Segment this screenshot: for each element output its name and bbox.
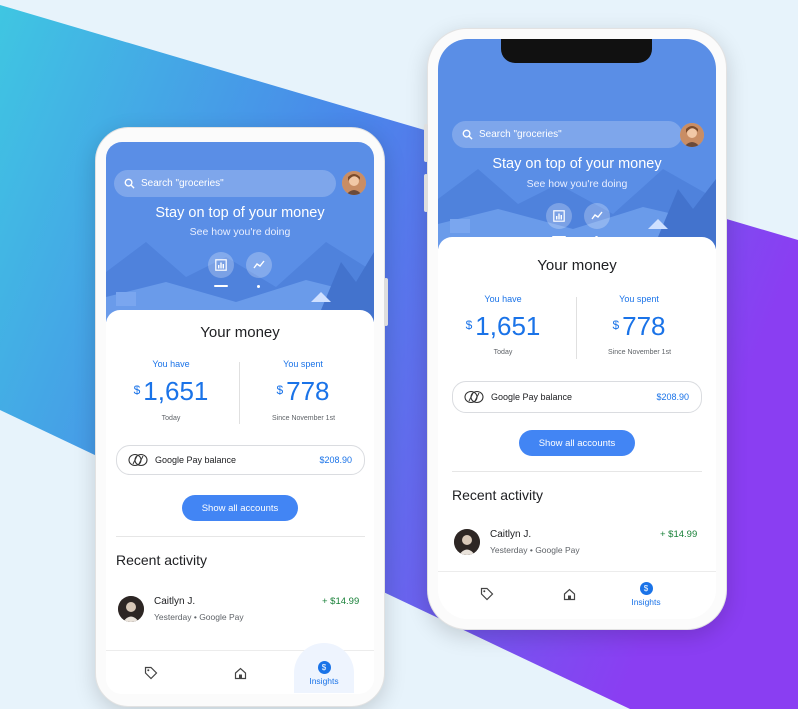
- column-divider: [239, 362, 240, 424]
- nav-tag[interactable]: [136, 651, 166, 694]
- show-all-accounts-button[interactable]: Show all accounts: [519, 430, 635, 456]
- you-have-label: You have: [152, 359, 190, 369]
- search-input[interactable]: Search "groceries": [452, 121, 682, 148]
- bar-chart-icon: [553, 210, 565, 222]
- activity-amount: + $14.99: [660, 529, 698, 540]
- column-divider: [576, 297, 577, 359]
- your-money-card: Your money You have $1,651 Today You spe…: [106, 310, 374, 694]
- insights-icon: $: [317, 660, 331, 674]
- nav-insights-label: Insights: [631, 596, 661, 607]
- insights-icon: $: [639, 581, 653, 595]
- you-spent-sub: Since November 1st: [607, 349, 672, 356]
- volume-down-button: [424, 174, 428, 212]
- hero-banner: Search "groceries" Stay on top of your m…: [438, 39, 716, 249]
- hero-subtitle: See how you're doing: [526, 178, 628, 190]
- trend-button[interactable]: [246, 252, 272, 278]
- your-money-card: Your money You have $1,651 Today You spe…: [438, 237, 716, 619]
- activity-avatar: [454, 529, 480, 555]
- profile-avatar[interactable]: [342, 171, 366, 195]
- you-spent-label: You spent: [619, 294, 659, 304]
- hero-banner: Search "groceries" Stay on top of your m…: [106, 142, 374, 322]
- google-pay-balance-label: Google Pay balance: [155, 455, 237, 465]
- nav-tag[interactable]: [472, 572, 502, 616]
- bar-chart-button[interactable]: [546, 203, 572, 229]
- section-divider: [116, 536, 365, 537]
- nav-insights[interactable]: $ Insights: [616, 572, 676, 616]
- show-all-accounts-button[interactable]: Show all accounts: [182, 495, 298, 521]
- inactive-tab-dot: [257, 285, 260, 288]
- you-have-amount: $1,651: [133, 376, 209, 406]
- google-pay-balance-amount: $208.90: [319, 455, 352, 465]
- phone-notch: [501, 39, 652, 63]
- nav-insights-label: Insights: [309, 675, 339, 686]
- section-divider: [452, 471, 702, 472]
- hero-title: Stay on top of your money: [492, 156, 662, 172]
- search-icon: [124, 178, 135, 189]
- iphone-screen: Search "groceries" Stay on top of your m…: [438, 39, 716, 619]
- search-icon: [462, 129, 473, 140]
- you-spent-label: You spent: [283, 359, 323, 369]
- home-icon: [563, 588, 575, 600]
- you-spent-amount: $778: [612, 311, 666, 341]
- nav-home[interactable]: [554, 572, 584, 616]
- tag-icon: [480, 587, 494, 601]
- iphone-phone: Search "groceries" Stay on top of your m…: [424, 28, 727, 630]
- bottom-nav: $ Insights: [438, 571, 716, 616]
- bar-chart-button[interactable]: [208, 252, 234, 278]
- android-phone: Search "groceries" Stay on top of your m…: [95, 127, 388, 707]
- search-input[interactable]: Search "groceries": [114, 170, 336, 197]
- activity-amount: + $14.99: [322, 596, 360, 607]
- google-pay-icon: [128, 453, 148, 467]
- you-spent-sub: Since November 1st: [271, 415, 336, 422]
- activity-name: Caitlyn J.: [154, 596, 196, 607]
- google-pay-balance-row[interactable]: Google Pay balance $208.90: [116, 445, 365, 475]
- android-screen: Search "groceries" Stay on top of your m…: [106, 142, 374, 694]
- active-tab-indicator: [214, 285, 228, 287]
- trend-line-icon: [591, 211, 603, 220]
- nav-insights[interactable]: $ Insights: [294, 643, 354, 694]
- trend-line-icon: [253, 260, 265, 269]
- tag-icon: [144, 666, 158, 680]
- activity-avatar: [118, 596, 144, 622]
- activity-name: Caitlyn J.: [490, 529, 532, 540]
- recent-activity-title: Recent activity: [452, 487, 544, 503]
- hero-title: Stay on top of your money: [155, 205, 325, 221]
- you-have-sub: Today: [493, 349, 513, 356]
- volume-button: [384, 278, 388, 326]
- activity-meta: Yesterday • Google Pay: [154, 612, 244, 622]
- home-icon: [234, 667, 246, 679]
- trend-button[interactable]: [584, 203, 610, 229]
- volume-up-button: [424, 124, 428, 162]
- you-have-amount: $1,651: [465, 311, 541, 341]
- search-placeholder: Search "groceries": [479, 129, 562, 140]
- google-pay-balance-label: Google Pay balance: [491, 392, 573, 402]
- google-pay-balance-amount: $208.90: [656, 392, 689, 402]
- activity-meta: Yesterday • Google Pay: [490, 545, 580, 555]
- bottom-nav: $ Insights: [106, 643, 374, 694]
- recent-activity-title: Recent activity: [116, 552, 208, 568]
- hero-subtitle: See how you're doing: [189, 226, 291, 238]
- bar-chart-icon: [215, 259, 227, 271]
- your-money-title: Your money: [537, 257, 617, 274]
- profile-avatar[interactable]: [680, 123, 704, 147]
- google-pay-icon: [464, 390, 484, 404]
- you-have-label: You have: [484, 294, 522, 304]
- search-placeholder: Search "groceries": [141, 178, 224, 189]
- you-have-sub: Today: [161, 415, 181, 422]
- you-spent-amount: $778: [276, 376, 330, 406]
- your-money-title: Your money: [200, 324, 280, 341]
- google-pay-balance-row[interactable]: Google Pay balance $208.90: [452, 381, 702, 413]
- nav-home[interactable]: [225, 651, 255, 694]
